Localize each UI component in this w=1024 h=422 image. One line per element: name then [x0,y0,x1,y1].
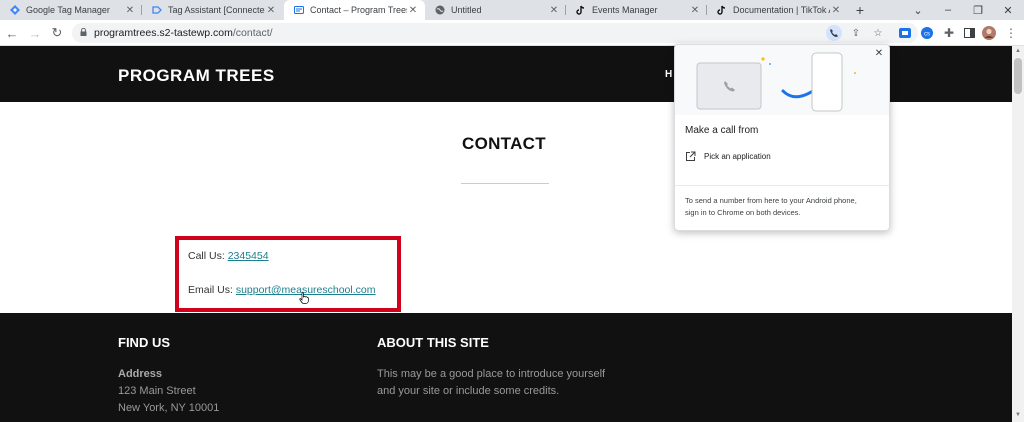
site-icon [294,5,304,15]
tab-strip: Google Tag Manager ✕ Tag Assistant [Conn… [0,0,1024,20]
tab-untitled[interactable]: Untitled ✕ [425,0,566,20]
lock-icon [80,28,87,36]
browser-toolbar: ← → ↻ programtrees.s2-tastewp.com/contac… [0,20,1024,46]
phone-link[interactable]: 2345454 [228,250,269,262]
about-text-line-1: This may be a good place to introduce yo… [377,368,606,380]
click-to-call-popup: ✕ Make a call from Pick an application T… [674,44,890,231]
highlight-box [175,236,401,312]
gtm-icon [10,5,20,15]
extension-tag-icon[interactable] [896,24,914,42]
close-tab-icon[interactable]: ✕ [407,5,419,16]
popup-note: To send a number from here to your Andro… [685,195,885,219]
back-button[interactable]: ← [3,24,21,42]
close-tab-icon[interactable]: ✕ [830,5,842,16]
nav-menu-item[interactable]: H [665,69,672,80]
tab-title: Untitled [451,5,482,15]
share-icon[interactable]: ⇪ [848,25,864,41]
forward-button[interactable]: → [26,24,44,42]
close-tab-icon[interactable]: ✕ [265,5,277,16]
phone-icon[interactable] [826,25,842,41]
popup-note-line-2: sign in to Chrome on both devices. [685,208,801,217]
pick-application-option[interactable]: Pick an application [685,151,771,162]
find-us-heading: FIND US [118,335,170,350]
scroll-down-arrow-icon[interactable]: ▼ [1015,412,1021,418]
close-tab-icon[interactable]: ✕ [548,5,560,16]
url-text: programtrees.s2-tastewp.com/contact/ [94,27,273,39]
divider [461,183,549,184]
close-tab-icon[interactable]: ✕ [124,5,136,16]
scroll-up-arrow-icon[interactable]: ▲ [1015,48,1021,54]
puzzle-extensions-icon[interactable]: ✚ [940,24,958,42]
sidebar-icon[interactable] [960,24,978,42]
reload-button[interactable]: ↻ [48,24,66,42]
tab-title: Tag Assistant [Connected] [168,5,265,15]
scrollbar-thumb[interactable] [1014,58,1022,94]
minimize-button[interactable]: – [934,0,962,20]
about-text-line-2: and your site or include some credits. [377,385,560,397]
avatar[interactable] [980,24,998,42]
call-us-line: Call Us: 2345454 [188,250,269,262]
call-illustration [675,45,889,115]
address-label: Address [118,368,163,380]
url-path: /contact/ [232,27,273,39]
scrollbar[interactable]: ▲ ▼ [1012,46,1024,422]
about-heading: ABOUT THIS SITE [377,335,489,350]
popup-title: Make a call from [685,125,759,136]
menu-kebab-icon[interactable]: ⋮ [1002,24,1020,42]
tab-title: Events Manager [592,5,658,15]
hand-cursor-icon [299,292,309,304]
globe-icon [435,5,445,15]
extension-circle-icon[interactable]: cs [918,24,936,42]
tab-contact[interactable]: Contact – Program Trees ✕ [284,0,425,20]
tiktok-icon [717,5,727,15]
tiktok-icon [576,5,586,15]
svg-text:cs: cs [924,32,930,38]
restore-button[interactable]: ❐ [964,0,992,20]
tab-title: Documentation | TikTok AP [733,5,830,15]
site-title[interactable]: PROGRAM TREES [118,66,275,86]
call-us-label: Call Us: [188,250,228,262]
tag-assistant-icon [152,5,162,15]
popup-note-line-1: To send a number from here to your Andro… [685,196,857,205]
close-icon[interactable]: ✕ [874,49,884,59]
bookmark-star-icon[interactable]: ☆ [870,25,886,41]
address-line-1: 123 Main Street [118,385,196,397]
chevron-down-icon[interactable]: ⌄ [904,0,932,20]
page-title: CONTACT [462,134,546,153]
site-footer: FIND US Address 123 Main Street New York… [0,313,1012,422]
address-line-2: New York, NY 10001 [118,402,220,414]
tab-tag-assistant[interactable]: Tag Assistant [Connected] ✕ [142,0,283,20]
close-window-button[interactable]: ✕ [994,0,1022,20]
tab-events-manager[interactable]: Events Manager ✕ [566,0,707,20]
pick-application-label: Pick an application [704,152,771,161]
close-tab-icon[interactable]: ✕ [689,5,701,16]
tab-tiktok-docs[interactable]: Documentation | TikTok AP ✕ [707,0,848,20]
tab-google-tag-manager[interactable]: Google Tag Manager ✕ [0,0,142,20]
email-us-label: Email Us: [188,284,236,296]
divider [675,185,889,186]
new-tab-button[interactable]: + [852,2,868,18]
url-host: programtrees.s2-tastewp.com [94,27,233,39]
tab-title: Google Tag Manager [26,5,110,15]
address-bar[interactable]: programtrees.s2-tastewp.com/contact/ ⇪ ☆ [72,23,918,43]
tab-title: Contact – Program Trees [310,5,407,15]
open-external-icon [686,151,696,161]
email-us-line: Email Us: support@measureschool.com [188,284,375,296]
